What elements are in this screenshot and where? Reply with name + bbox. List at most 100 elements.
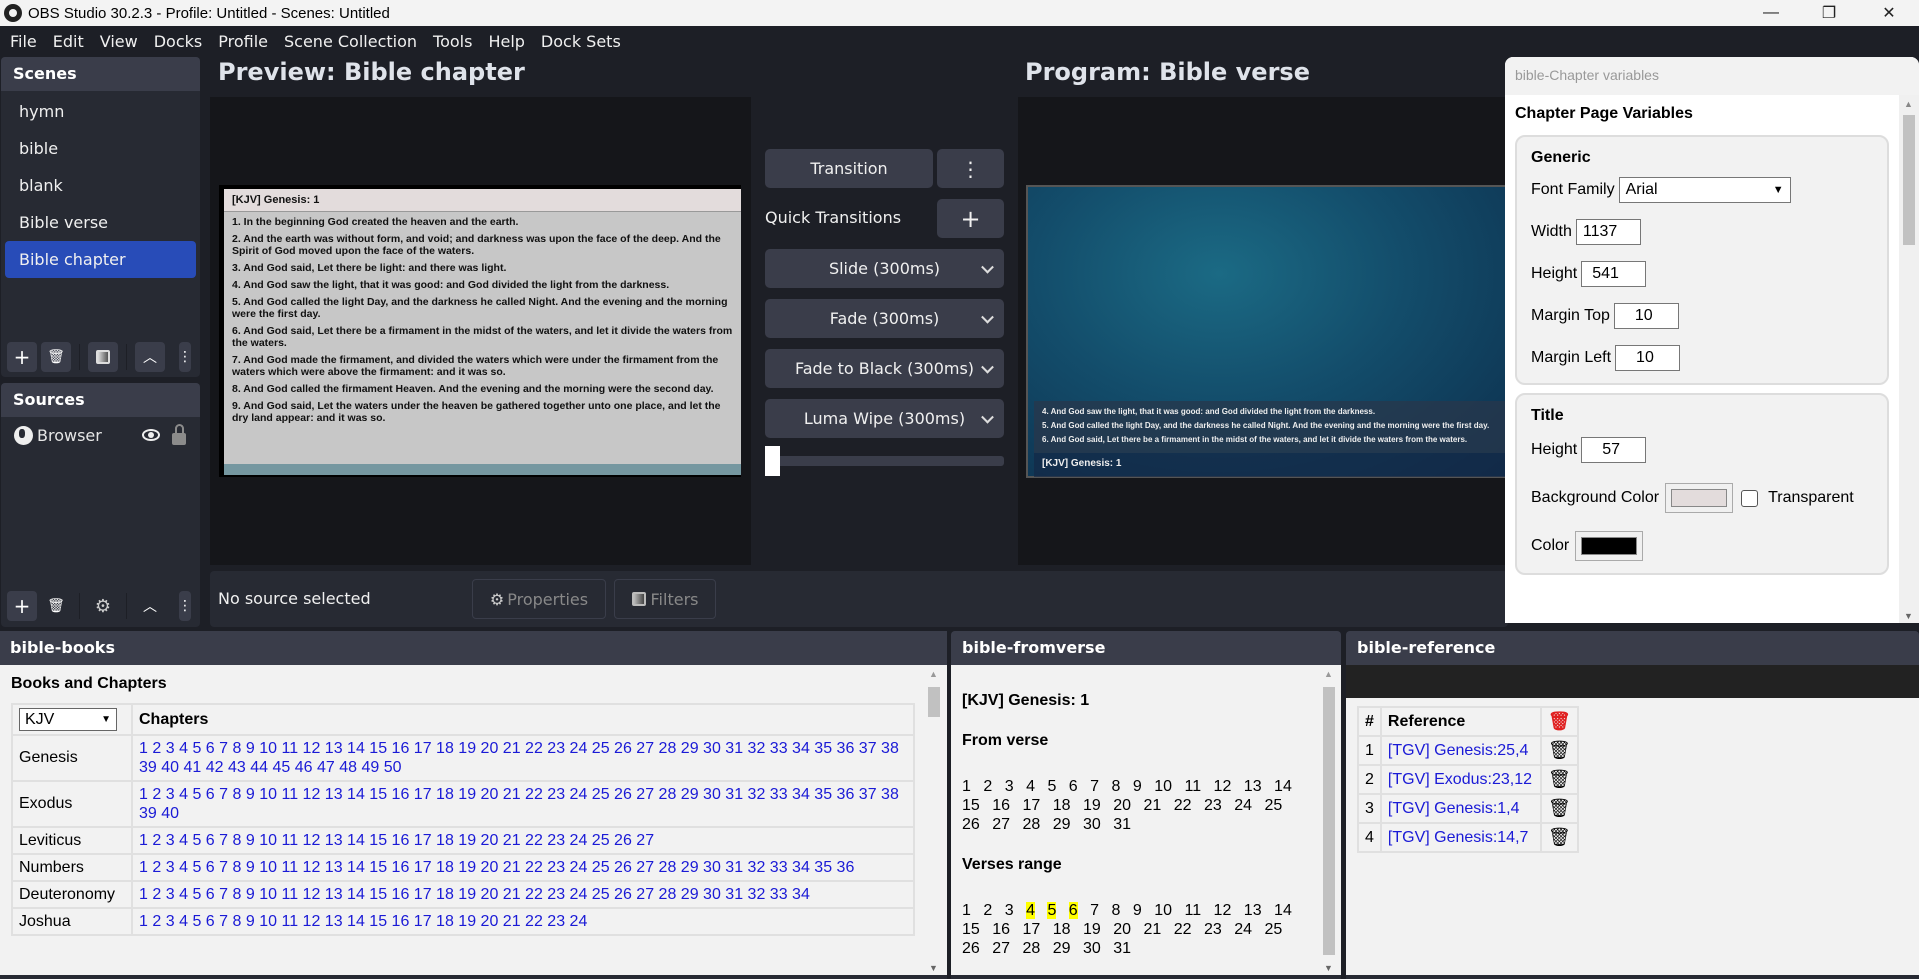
chapter-link[interactable]: 34 — [792, 786, 810, 803]
delete-ref-button[interactable]: 🗑 — [1539, 822, 1579, 853]
chapter-link[interactable]: 35 — [814, 740, 832, 757]
verse-link[interactable]: 16 — [992, 797, 1010, 814]
chapter-link[interactable]: 25 — [592, 859, 610, 876]
chapter-link[interactable]: 22 — [525, 913, 543, 930]
chapter-link[interactable]: 11 — [281, 859, 298, 876]
chapter-link[interactable]: 39 — [139, 805, 157, 822]
chapter-link[interactable]: 26 — [614, 886, 632, 903]
chapter-link[interactable]: 11 — [281, 913, 298, 930]
chapter-link[interactable]: 4 — [179, 859, 188, 876]
chapter-link[interactable]: 7 — [219, 786, 228, 803]
chapter-link[interactable]: 22 — [525, 786, 543, 803]
verse-link[interactable]: 2 — [983, 902, 992, 919]
menu-view[interactable]: View — [92, 32, 146, 51]
chapter-link[interactable]: 21 — [503, 740, 521, 757]
scroll-up-icon[interactable]: ▲ — [929, 669, 938, 679]
chapter-link[interactable]: 14 — [347, 740, 365, 757]
quick-transition-fade[interactable]: Fade (300ms) — [765, 299, 1004, 338]
width-input[interactable]: 1137 — [1575, 219, 1641, 245]
chapter-link[interactable]: 8 — [233, 859, 242, 876]
chapter-link[interactable]: 17 — [414, 740, 432, 757]
chapter-link[interactable]: 13 — [325, 832, 343, 849]
chapter-link[interactable]: 13 — [325, 913, 343, 930]
chapter-link[interactable]: 27 — [636, 832, 654, 849]
verse-link[interactable]: 25 — [1265, 921, 1283, 938]
chapter-link[interactable]: 33 — [770, 886, 788, 903]
chapter-link[interactable]: 5 — [192, 740, 201, 757]
scrollbar-thumb[interactable] — [1323, 687, 1335, 955]
unlock-icon[interactable] — [172, 424, 186, 445]
chapter-link[interactable]: 34 — [792, 859, 810, 876]
chapter-link[interactable]: 20 — [481, 786, 499, 803]
verse-link[interactable]: 20 — [1113, 797, 1131, 814]
properties-button[interactable]: ⚙ Properties — [472, 579, 606, 619]
eye-icon[interactable] — [142, 429, 160, 441]
scene-item[interactable]: Bible verse — [5, 204, 196, 241]
chapter-link[interactable]: 44 — [250, 759, 268, 776]
chapter-link[interactable]: 47 — [317, 759, 335, 776]
margin-top-input[interactable]: 10 — [1613, 303, 1679, 329]
chapter-link[interactable]: 5 — [192, 786, 201, 803]
close-button[interactable]: ✕ — [1866, 0, 1912, 26]
chapter-link[interactable]: 7 — [219, 913, 228, 930]
chapter-link[interactable]: 31 — [725, 859, 743, 876]
chapter-link[interactable]: 1 — [139, 832, 148, 849]
chapter-link[interactable]: 7 — [219, 859, 228, 876]
chapter-link[interactable]: 3 — [166, 859, 175, 876]
preview-canvas[interactable]: [KJV] Genesis: 1 1. In the beginning God… — [210, 97, 751, 565]
chapter-link[interactable]: 23 — [547, 913, 565, 930]
chapter-link[interactable]: 19 — [458, 786, 476, 803]
chapter-link[interactable]: 4 — [179, 913, 188, 930]
verse-link[interactable]: 8 — [1112, 902, 1121, 919]
color-picker[interactable] — [1575, 531, 1644, 561]
chapter-link[interactable]: 18 — [436, 832, 454, 849]
chapter-link[interactable]: 4 — [179, 786, 188, 803]
t-bar-handle[interactable] — [765, 446, 780, 476]
margin-left-input[interactable]: 10 — [1615, 345, 1681, 371]
chapter-link[interactable]: 31 — [725, 886, 743, 903]
verse-link[interactable]: 29 — [1053, 816, 1071, 833]
menu-profile[interactable]: Profile — [210, 32, 276, 51]
chapter-link[interactable]: 1 — [139, 740, 148, 757]
verse-link[interactable]: 21 — [1144, 921, 1162, 938]
chapter-link[interactable]: 36 — [837, 786, 855, 803]
move-scene-up-button[interactable]: ︿ — [135, 342, 165, 372]
chapter-link[interactable]: 17 — [414, 886, 432, 903]
chapter-link[interactable]: 39 — [139, 759, 157, 776]
verse-link[interactable]: 31 — [1113, 816, 1131, 833]
chapter-link[interactable]: 30 — [703, 886, 721, 903]
chapter-link[interactable]: 6 — [206, 859, 215, 876]
chapter-link[interactable]: 15 — [369, 786, 387, 803]
chapter-link[interactable]: 16 — [392, 832, 410, 849]
verse-link[interactable]: 8 — [1112, 778, 1121, 795]
chapter-link[interactable]: 14 — [347, 859, 365, 876]
chapter-link[interactable]: 26 — [614, 786, 632, 803]
chapter-link[interactable]: 9 — [246, 740, 255, 757]
add-source-button[interactable]: + — [7, 591, 37, 621]
chapter-link[interactable]: 41 — [184, 759, 202, 776]
chapter-link[interactable]: 32 — [748, 859, 766, 876]
chapter-link[interactable]: 12 — [303, 740, 321, 757]
source-properties-button[interactable]: ⚙ — [88, 591, 118, 621]
verse-link[interactable]: 18 — [1053, 797, 1071, 814]
chapter-link[interactable]: 31 — [725, 786, 743, 803]
chapter-link[interactable]: 6 — [206, 913, 215, 930]
verse-link[interactable]: 21 — [1144, 797, 1162, 814]
chapter-link[interactable]: 29 — [681, 740, 699, 757]
source-item-browser[interactable]: Browser — [1, 417, 200, 453]
verse-link[interactable]: 9 — [1133, 902, 1142, 919]
title-height-input[interactable]: 57 — [1581, 437, 1647, 463]
chapter-link[interactable]: 9 — [246, 832, 255, 849]
chapter-link[interactable]: 24 — [570, 786, 588, 803]
scene-item[interactable]: blank — [5, 167, 196, 204]
chapter-link[interactable]: 7 — [219, 886, 228, 903]
chapter-link[interactable]: 2 — [152, 786, 161, 803]
chapter-link[interactable]: 22 — [525, 832, 543, 849]
chapter-link[interactable]: 28 — [659, 859, 677, 876]
chapter-link[interactable]: 28 — [659, 886, 677, 903]
chapter-link[interactable]: 1 — [139, 786, 148, 803]
restore-button[interactable]: ❐ — [1806, 0, 1852, 26]
move-source-up-button[interactable]: ︿ — [135, 591, 165, 621]
verse-link[interactable]: 24 — [1234, 921, 1252, 938]
chapter-link[interactable]: 31 — [725, 740, 743, 757]
